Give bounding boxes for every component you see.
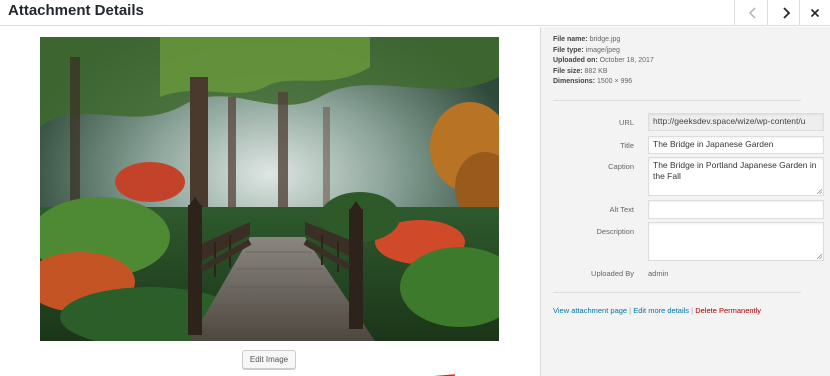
description-label: Description xyxy=(596,227,634,236)
description-field[interactable] xyxy=(648,222,824,261)
chevron-right-icon xyxy=(782,7,790,19)
divider xyxy=(553,292,801,293)
caption-text: The Bridge in Portland Japanese Garden i… xyxy=(653,160,817,181)
file-type-row: File type: image/jpeg xyxy=(553,46,620,54)
file-name-row: File name: bridge.jpg xyxy=(553,36,621,43)
chevron-left-icon xyxy=(748,7,756,19)
title-field[interactable]: The Bridge in Japanese Garden xyxy=(648,136,824,154)
uploaded-by-value: admin xyxy=(648,269,669,278)
dimensions-row: Dimensions: 1500 × 996 xyxy=(553,78,633,85)
resize-handle-icon[interactable] xyxy=(817,189,822,194)
close-button[interactable] xyxy=(799,0,830,26)
file-details: File name: bridge.jpg File type: image/j… xyxy=(553,35,654,88)
file-name-value: bridge.jpg xyxy=(589,36,621,43)
url-label: URL xyxy=(618,118,634,127)
file-size-value: 882 KB xyxy=(584,67,608,75)
uploaded-by-label: Uploaded By xyxy=(591,269,634,278)
attachment-image xyxy=(40,37,499,341)
file-size-row: File size: 882 KB xyxy=(553,67,608,75)
close-icon xyxy=(810,8,820,18)
uploaded-on-row: Uploaded on: October 18, 2017 xyxy=(553,57,654,64)
delete-permanently-link[interactable]: Delete Permanently xyxy=(695,306,761,315)
uploaded-on-value: October 18, 2017 xyxy=(599,57,654,64)
dimensions-value: 1500 × 996 xyxy=(596,78,633,85)
resize-handle-icon[interactable] xyxy=(817,254,822,259)
next-attachment-button[interactable] xyxy=(767,0,803,26)
attachment-details-sidebar: File name: bridge.jpg File type: image/j… xyxy=(540,27,830,376)
view-attachment-page-link[interactable]: View attachment page xyxy=(553,306,627,315)
alt-text-label: Alt Text xyxy=(609,205,634,214)
divider xyxy=(553,100,801,101)
caption-field[interactable]: The Bridge in Portland Japanese Garden i… xyxy=(648,157,824,196)
alt-text-field[interactable] xyxy=(648,200,824,219)
modal-header: Attachment Details xyxy=(0,0,830,26)
attachment-actions: View attachment page | Edit more details… xyxy=(553,306,761,315)
media-preview-area: Edit Image xyxy=(0,27,540,376)
edit-more-details-link[interactable]: Edit more details xyxy=(633,306,689,315)
caption-label: Caption xyxy=(608,162,634,171)
title-label: Title xyxy=(620,141,634,150)
previous-attachment-button[interactable] xyxy=(734,0,770,26)
page-title: Attachment Details xyxy=(8,2,144,19)
edit-image-button[interactable]: Edit Image xyxy=(242,350,296,369)
url-field[interactable]: http://geeksdev.space/wize/wp-content/u xyxy=(648,113,824,131)
file-type-value: image/jpeg xyxy=(585,46,620,54)
